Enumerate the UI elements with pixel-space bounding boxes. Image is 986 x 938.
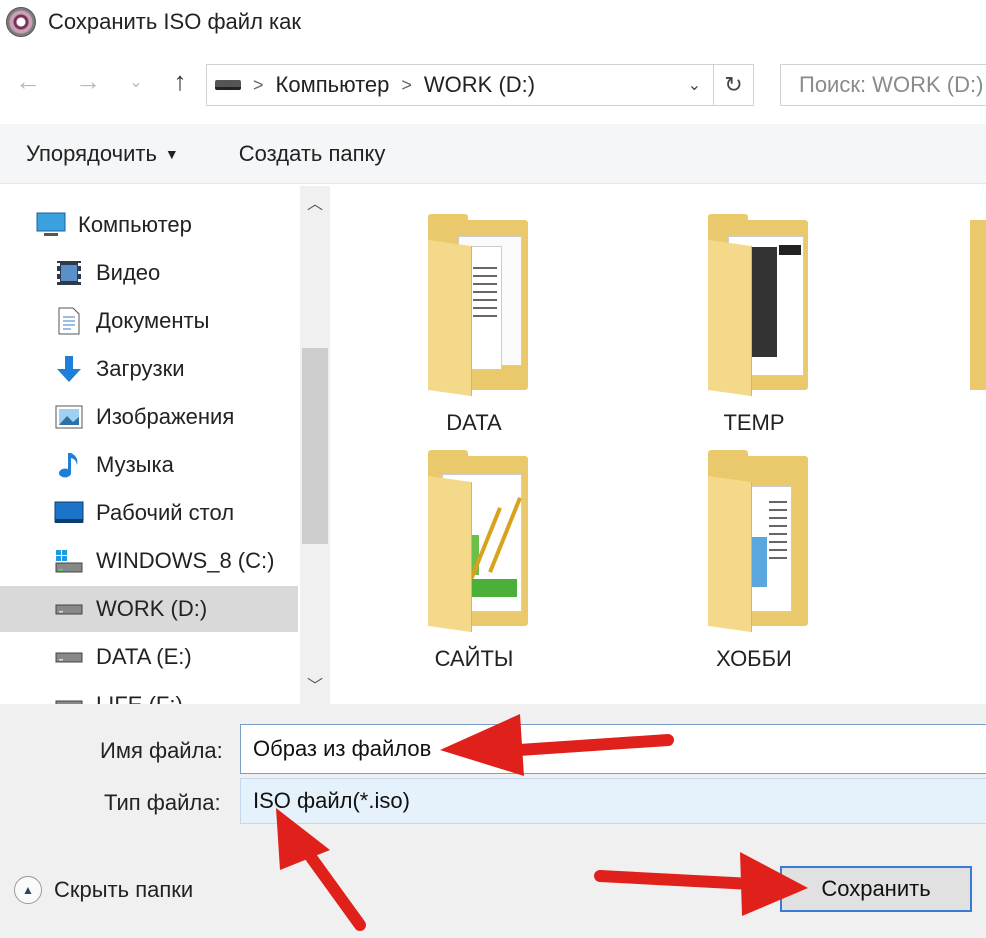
- music-icon: [54, 451, 84, 479]
- hide-folders-label: Скрыть папки: [54, 877, 194, 902]
- folder-icon: [708, 450, 838, 633]
- filetype-label: Тип файла:: [104, 790, 221, 815]
- filename-input[interactable]: Образ из файлов: [240, 724, 986, 774]
- address-bar[interactable]: > Компьютер > WORK (D:) ⌄ ↻: [206, 64, 754, 106]
- folder-label: DATA: [446, 410, 502, 435]
- breadcrumb-separator: >: [401, 74, 412, 95]
- save-button[interactable]: Сохранить: [780, 866, 972, 912]
- sidebar-item-label: Документы: [96, 308, 210, 333]
- refresh-icon[interactable]: ↻: [713, 65, 753, 105]
- sidebar-item-label: Компьютер: [78, 212, 192, 237]
- disc-icon: [6, 7, 36, 37]
- organize-button[interactable]: Упорядочить ▼: [26, 141, 179, 167]
- sidebar-item-label: Загрузки: [96, 356, 185, 381]
- sidebar-item-desktop[interactable]: Рабочий стол: [0, 490, 298, 536]
- up-arrow-icon[interactable]: ↑: [162, 66, 198, 97]
- filename-label: Имя файла:: [100, 738, 223, 763]
- forward-arrow-icon[interactable]: →: [70, 66, 106, 97]
- sidebar-item-documents[interactable]: Документы: [0, 298, 298, 344]
- sidebar-item-label: WORK (D:): [96, 596, 208, 621]
- breadcrumb-work-drive[interactable]: WORK (D:): [424, 72, 535, 98]
- folder-item-partial[interactable]: [944, 200, 986, 430]
- folder-label: ХОББИ: [716, 646, 792, 671]
- drive-icon: [54, 595, 84, 623]
- new-folder-button[interactable]: Создать папку: [239, 141, 386, 167]
- breadcrumb-separator: >: [253, 74, 264, 95]
- sidebar-item-pictures[interactable]: Изображения: [0, 394, 298, 440]
- title-bar: Сохранить ISO файл как: [0, 0, 986, 44]
- pictures-icon: [54, 403, 84, 431]
- sidebar-item-label: Видео: [96, 260, 161, 285]
- computer-icon: [36, 211, 66, 239]
- scroll-up-chevron-icon[interactable]: ︿: [300, 190, 330, 220]
- folder-item-hobby[interactable]: ХОББИ: [664, 436, 844, 671]
- navigation-pane: Компьютер Видео Документы Загрузки Изобр…: [0, 186, 330, 704]
- sidebar-item-label: DATA (E:): [96, 644, 192, 669]
- sidebar-item-label: WINDOWS_8 (C:): [96, 548, 275, 573]
- folder-icon: [708, 214, 838, 397]
- video-icon: [54, 259, 84, 287]
- scroll-down-chevron-icon[interactable]: ﹀: [300, 672, 330, 702]
- command-toolbar: Упорядочить ▼ Создать папку: [0, 124, 986, 184]
- filetype-select[interactable]: ISO файл(*.iso): [240, 778, 986, 824]
- collapse-up-icon: ▲: [14, 876, 42, 904]
- sidebar-item-downloads[interactable]: Загрузки: [0, 346, 298, 392]
- sidebar-item-music[interactable]: Музыка: [0, 442, 298, 488]
- drive-icon: [54, 643, 84, 671]
- scrollbar-thumb[interactable]: [302, 348, 328, 544]
- sidebar-item-work-d[interactable]: WORK (D:): [0, 586, 298, 632]
- sidebar-item-label: Изображения: [96, 404, 235, 429]
- desktop-icon: [54, 499, 84, 527]
- folder-item-sites[interactable]: САЙТЫ: [384, 436, 564, 671]
- sidebar-item-label: Музыка: [96, 452, 174, 477]
- folder-icon: [428, 214, 558, 397]
- sidebar-item-video[interactable]: Видео: [0, 250, 298, 296]
- sidebar-item-life-f[interactable]: LIFE (F:): [0, 682, 298, 704]
- dropdown-arrow-icon: ▼: [164, 145, 179, 162]
- sidebar-item-label: Рабочий стол: [96, 500, 235, 525]
- folder-label: TEMP: [723, 410, 785, 435]
- sidebar-item-label: LIFE (F:): [96, 692, 183, 704]
- search-input[interactable]: Поиск: WORK (D:): [780, 64, 986, 106]
- navigation-bar: ← → ⌄ ↑ > Компьютер > WORK (D:) ⌄ ↻ Поис…: [0, 58, 986, 116]
- sidebar-scrollbar[interactable]: ︿ ﹀: [300, 186, 330, 704]
- folder-label: САЙТЫ: [434, 646, 514, 671]
- breadcrumb-computer[interactable]: Компьютер: [276, 72, 390, 98]
- back-arrow-icon[interactable]: ←: [10, 66, 46, 97]
- folder-icon: [428, 450, 558, 633]
- downloads-icon: [54, 355, 84, 383]
- documents-icon: [54, 307, 84, 335]
- recent-locations-chevron-icon[interactable]: ⌄: [118, 72, 154, 92]
- windows-drive-icon: [54, 547, 84, 575]
- organize-label: Упорядочить: [26, 140, 157, 166]
- sidebar-item-computer[interactable]: Компьютер: [0, 202, 298, 248]
- hide-folders-toggle[interactable]: ▲ Скрыть папки: [14, 876, 193, 904]
- drive-icon: [54, 691, 84, 704]
- folder-item-temp[interactable]: TEMP: [664, 200, 844, 435]
- window-title: Сохранить ISO файл как: [48, 9, 301, 34]
- sidebar-item-data-e[interactable]: DATA (E:): [0, 634, 298, 680]
- file-view: DATA TEMP САЙТЫ ХОББИ: [330, 186, 986, 704]
- drive-icon: [215, 80, 241, 90]
- folder-item-data[interactable]: DATA: [384, 200, 564, 435]
- save-panel: Имя файла: Образ из файлов Тип файла: IS…: [0, 704, 986, 938]
- sidebar-item-windows8-c[interactable]: WINDOWS_8 (C:): [0, 538, 298, 584]
- address-dropdown-chevron-icon[interactable]: ⌄: [688, 75, 701, 95]
